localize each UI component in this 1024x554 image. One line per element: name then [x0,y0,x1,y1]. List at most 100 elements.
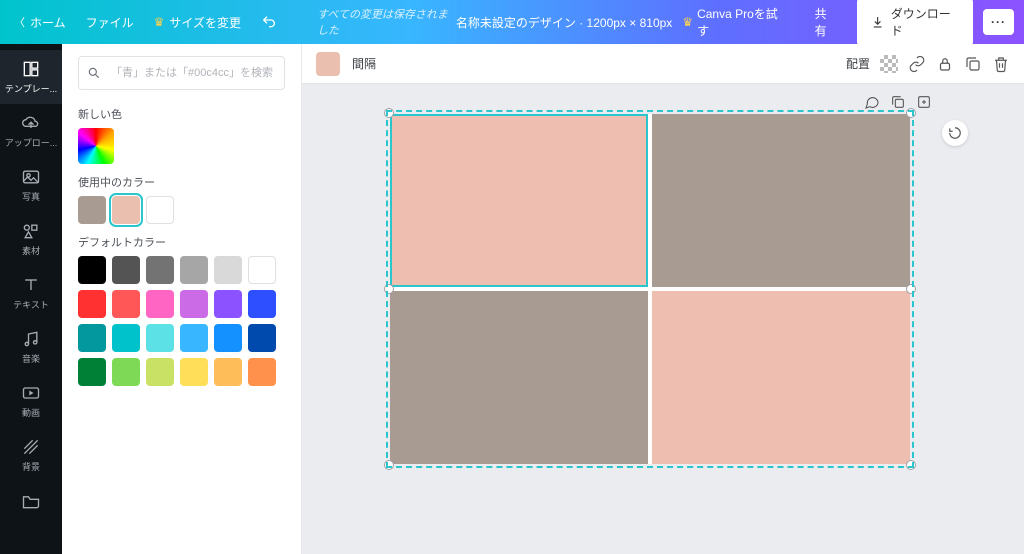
new-color-label: 新しい色 [78,106,285,122]
copy-page-icon[interactable] [890,94,906,110]
color-swatch[interactable] [112,290,140,318]
rail-label: アップロー... [5,136,58,149]
color-search [78,56,285,90]
new-color-row [78,128,285,164]
try-pro-button[interactable]: ♛ Canva Proを試す [672,0,794,45]
duplicate-icon[interactable] [964,55,982,73]
resize-menu[interactable]: ♛ サイズを変更 [154,14,241,31]
text-icon [21,275,41,295]
page-controls [864,94,932,110]
rail-label: 背景 [22,460,40,473]
lock-icon[interactable] [936,55,954,73]
save-status: すべての変更は保存されました [317,6,456,38]
fill-color-swatch[interactable] [316,52,340,76]
color-swatch[interactable] [78,290,106,318]
rail-label: 素材 [22,244,40,257]
color-swatch[interactable] [214,256,242,284]
rail-label: 写真 [22,190,40,203]
rail-text[interactable]: テキスト [0,266,62,320]
color-swatch[interactable] [78,256,106,284]
rail-music[interactable]: 音楽 [0,320,62,374]
undo-button[interactable] [261,14,277,30]
comment-icon[interactable] [864,94,880,110]
color-swatch[interactable] [248,358,276,386]
color-swatch[interactable] [112,256,140,284]
rail-label: テンプレー... [5,82,57,95]
cloud-upload-icon [21,113,41,133]
grid-cell[interactable] [652,114,910,287]
rotate-button[interactable] [942,120,968,146]
color-swatch[interactable] [180,290,208,318]
search-icon [87,66,101,80]
color-swatch[interactable] [146,196,174,224]
share-button[interactable]: 共有 [805,0,848,45]
file-label: ファイル [86,14,134,31]
color-swatch[interactable] [214,358,242,386]
crown-icon: ♛ [154,15,165,29]
home-label: ホーム [30,14,66,31]
color-swatch[interactable] [112,324,140,352]
undo-icon [261,14,277,30]
rail-elements[interactable]: 素材 [0,212,62,266]
photo-icon [21,167,41,187]
color-swatch[interactable] [112,196,140,224]
more-button[interactable]: ··· [983,9,1014,35]
trash-icon[interactable] [992,55,1010,73]
color-swatch[interactable] [180,256,208,284]
nav-rail: テンプレー... アップロー... 写真 素材 テキスト 音楽 動画 背景 [0,44,62,554]
color-swatch[interactable] [248,256,276,284]
default-colors-label: デフォルトカラー [78,234,285,250]
rail-more[interactable] [0,482,62,520]
add-page-icon[interactable] [916,94,932,110]
color-swatch[interactable] [78,324,106,352]
grid [390,114,910,464]
color-swatch[interactable] [214,324,242,352]
document-title[interactable]: 名称未設定のデザイン · 1200px × 810px [456,14,672,31]
in-use-label: 使用中のカラー [78,174,285,190]
rail-video[interactable]: 動画 [0,374,62,428]
rail-background[interactable]: 背景 [0,428,62,482]
music-icon [21,329,41,349]
main-area: テンプレー... アップロー... 写真 素材 テキスト 音楽 動画 背景 [0,44,1024,554]
default-colors [78,256,285,386]
rotate-icon [948,126,962,140]
spacing-button[interactable]: 間隔 [352,55,376,72]
color-swatch[interactable] [146,256,174,284]
rail-templates[interactable]: テンプレー... [0,50,62,104]
transparency-button[interactable] [880,55,898,73]
color-swatch[interactable] [112,358,140,386]
grid-cell[interactable] [390,114,648,287]
artboard[interactable] [390,114,910,464]
file-menu[interactable]: ファイル [86,14,134,31]
color-swatch[interactable] [78,358,106,386]
color-swatch[interactable] [248,324,276,352]
download-button[interactable]: ダウンロード [857,0,973,46]
color-swatch[interactable] [180,358,208,386]
color-swatch[interactable] [248,290,276,318]
position-button[interactable]: 配置 [846,55,870,72]
ctx-right: 配置 [846,55,1010,73]
search-input[interactable] [78,56,285,90]
color-panel: 新しい色 使用中のカラー デフォルトカラー [62,44,302,554]
context-toolbar: 間隔 配置 [302,44,1024,84]
ellipsis-icon: ··· [991,15,1006,29]
color-swatch[interactable] [146,290,174,318]
color-swatch[interactable] [180,324,208,352]
shapes-icon [21,221,41,241]
link-icon[interactable] [908,55,926,73]
color-swatch[interactable] [146,358,174,386]
chevron-left-icon: 〈 [14,14,25,30]
home-button[interactable]: 〈 ホーム [14,14,66,31]
grid-cell[interactable] [390,291,648,464]
color-swatch[interactable] [214,290,242,318]
color-swatch[interactable] [146,324,174,352]
rail-uploads[interactable]: アップロー... [0,104,62,158]
canvas-wrap: 間隔 配置 [302,44,1024,554]
resize-label: サイズを変更 [169,14,241,31]
folder-icon [21,491,41,511]
canvas-stage[interactable] [302,84,1024,554]
new-color-picker[interactable] [78,128,114,164]
rail-photos[interactable]: 写真 [0,158,62,212]
grid-cell[interactable] [652,291,910,464]
color-swatch[interactable] [78,196,106,224]
